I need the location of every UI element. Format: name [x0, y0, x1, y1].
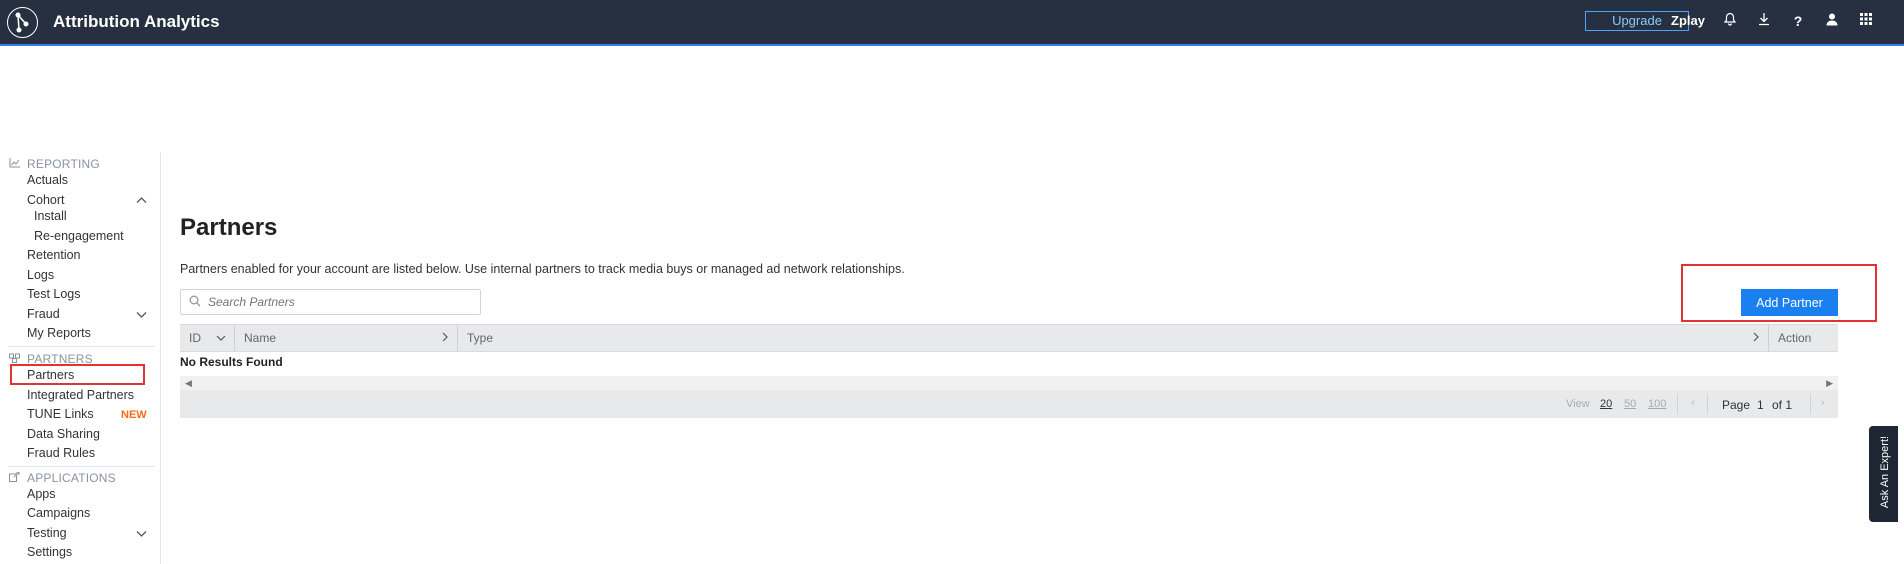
- sidebar-item-logs[interactable]: Logs: [27, 268, 54, 282]
- external-link-icon: [9, 471, 21, 485]
- search-input[interactable]: [208, 294, 468, 310]
- horizontal-scrollbar[interactable]: ◀ ▶: [180, 376, 1838, 390]
- section-applications: APPLICATIONS: [9, 471, 116, 485]
- search-box[interactable]: [180, 289, 481, 315]
- sidebar-item-re-engagement[interactable]: Re-engagement: [34, 229, 124, 243]
- search-icon: [189, 295, 201, 310]
- chart-icon: [9, 158, 21, 171]
- sidebar-item-integrated-partners[interactable]: Integrated Partners: [27, 388, 134, 402]
- column-header-action: Action: [1778, 331, 1812, 345]
- page-size-20[interactable]: 20: [1600, 398, 1612, 410]
- chevron-down-icon[interactable]: [136, 529, 147, 541]
- sidebar-item-fraud-rules[interactable]: Fraud Rules: [27, 446, 95, 460]
- page-title: Partners: [180, 214, 278, 241]
- column-header-type[interactable]: Type: [458, 325, 1769, 351]
- sidebar-item-install[interactable]: Install: [34, 209, 67, 223]
- highlight-partners: [10, 364, 145, 385]
- sidebar-divider: [8, 466, 154, 467]
- prev-page-icon[interactable]: ‹: [1691, 397, 1695, 409]
- user-icon[interactable]: [1823, 12, 1841, 30]
- chevron-up-icon[interactable]: [136, 195, 147, 207]
- sidebar-item-tune-links[interactable]: TUNE Links: [27, 407, 94, 421]
- sidebar-item-retention[interactable]: Retention: [27, 248, 81, 262]
- sidebar-item-cohort[interactable]: Cohort: [27, 193, 65, 207]
- logo-icon[interactable]: [7, 7, 38, 38]
- sidebar-item-my-reports[interactable]: My Reports: [27, 326, 91, 340]
- sidebar-divider: [8, 346, 154, 347]
- sidebar-item-testing[interactable]: Testing: [27, 526, 67, 540]
- next-page-icon[interactable]: ›: [1821, 397, 1825, 409]
- page-description: Partners enabled for your account are li…: [180, 262, 905, 276]
- pager-divider: [1810, 394, 1811, 414]
- sidebar-item-data-sharing[interactable]: Data Sharing: [27, 427, 100, 441]
- pager: View 20 50 100 ‹ Page 1 of 1 ›: [180, 390, 1838, 418]
- download-icon[interactable]: [1755, 12, 1773, 30]
- highlight-add-partner: [1681, 264, 1877, 322]
- page-size-50[interactable]: 50: [1624, 398, 1636, 410]
- page-label: Page: [1722, 398, 1751, 412]
- scroll-left-icon[interactable]: ◀: [185, 376, 192, 390]
- section-reporting: REPORTING: [9, 157, 100, 171]
- column-header-id[interactable]: ID: [180, 325, 235, 351]
- sidebar-item-apps[interactable]: Apps: [27, 487, 56, 501]
- sidebar-item-test-logs[interactable]: Test Logs: [27, 287, 81, 301]
- org-name[interactable]: Zplay: [1671, 13, 1705, 28]
- page-size-100[interactable]: 100: [1648, 398, 1666, 410]
- page-total: of 1: [1772, 398, 1793, 412]
- table-header: ID Name Type Action: [180, 324, 1838, 352]
- sidebar-item-settings[interactable]: Settings: [27, 545, 72, 559]
- sidebar-item-actuals[interactable]: Actuals: [27, 173, 68, 187]
- chevron-right-icon[interactable]: [1752, 325, 1760, 351]
- chevron-right-icon[interactable]: [441, 325, 449, 351]
- apps-grid-icon[interactable]: [1857, 12, 1875, 30]
- view-label: View: [1566, 398, 1590, 410]
- bell-icon[interactable]: [1721, 12, 1739, 30]
- sidebar-item-campaigns[interactable]: Campaigns: [27, 506, 90, 520]
- help-icon[interactable]: ?: [1789, 12, 1807, 30]
- chevron-down-icon[interactable]: [216, 325, 226, 351]
- app-title: Attribution Analytics: [53, 12, 220, 31]
- scroll-right-icon[interactable]: ▶: [1826, 376, 1833, 390]
- new-badge: NEW: [121, 409, 147, 421]
- sidebar-item-fraud[interactable]: Fraud: [27, 307, 60, 321]
- chevron-down-icon[interactable]: [136, 310, 147, 322]
- column-header-name[interactable]: Name: [235, 325, 458, 351]
- pager-divider: [1677, 394, 1678, 414]
- ask-expert-tab[interactable]: Ask An Expert!: [1869, 426, 1898, 522]
- page-number[interactable]: 1: [1757, 398, 1764, 412]
- pager-divider: [1707, 394, 1708, 414]
- top-bar: Attribution Analytics Upgrade Zplay ?: [0, 0, 1904, 46]
- no-results-message: No Results Found: [180, 355, 283, 369]
